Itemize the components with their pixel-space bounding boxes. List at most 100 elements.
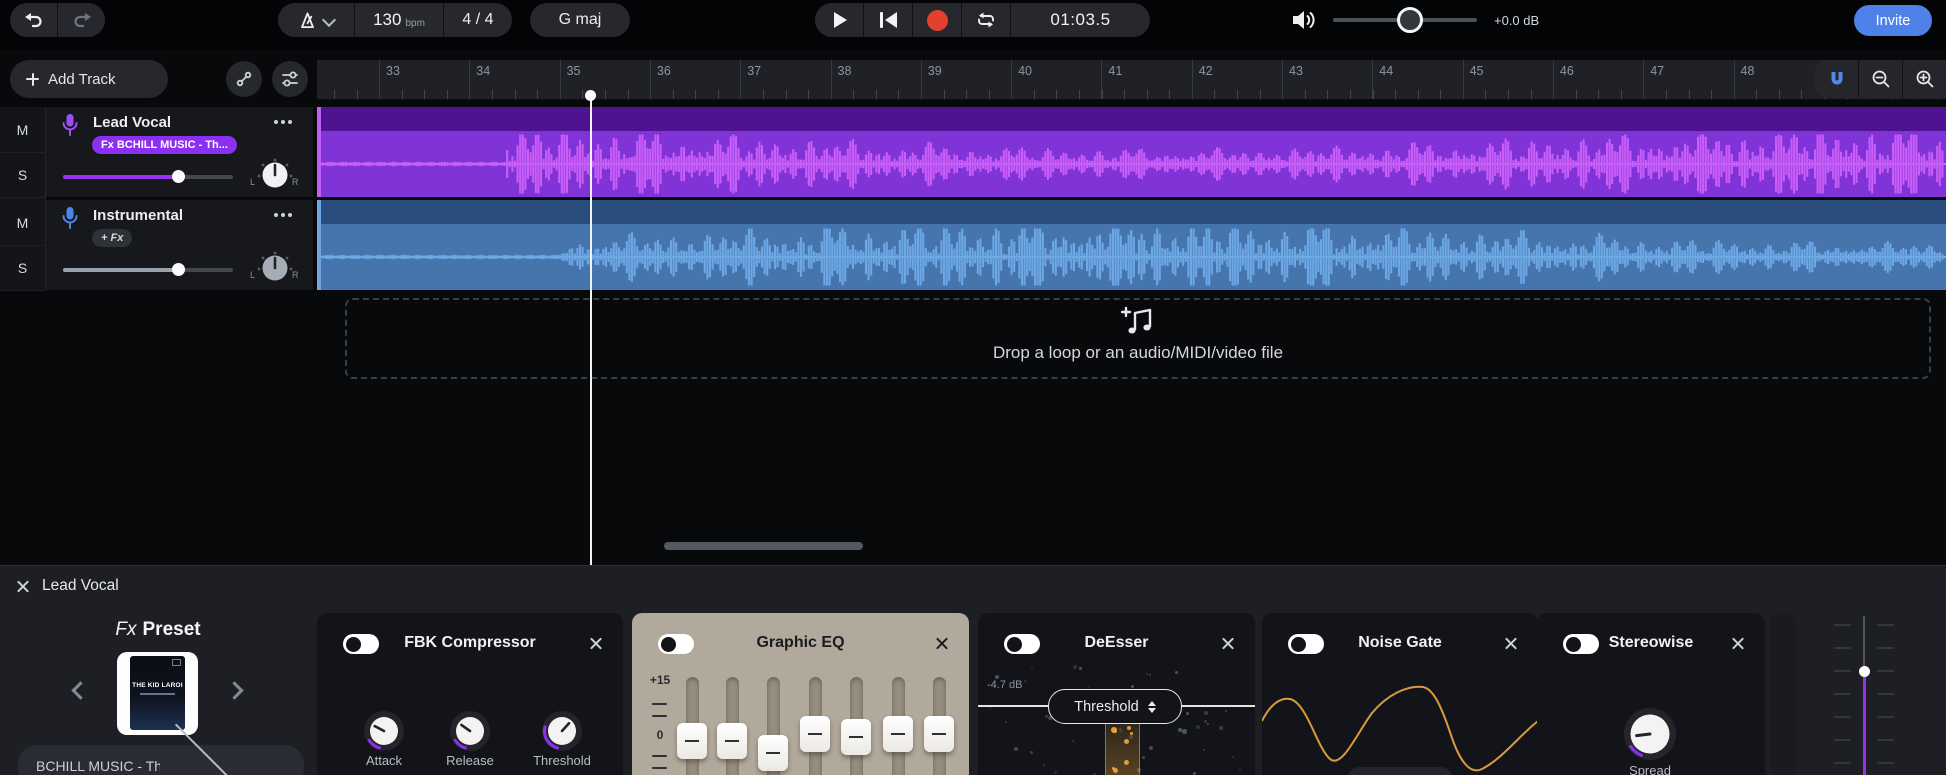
pan-knob[interactable] [253, 154, 297, 192]
track-volume-slider[interactable] [63, 175, 233, 179]
invite-button[interactable]: Invite [1854, 5, 1932, 36]
spread-knob[interactable] [1622, 706, 1678, 762]
preset-next-button[interactable] [225, 681, 243, 699]
region-header[interactable] [317, 200, 1946, 224]
release-label: Release [425, 753, 515, 768]
slider-handle[interactable] [172, 263, 185, 276]
eq-scale-tick [652, 767, 667, 769]
snap-button[interactable] [1815, 60, 1858, 98]
gate-threshold-button[interactable] [1348, 767, 1452, 775]
remove-stereo-button[interactable] [1730, 636, 1745, 651]
preset-artwork-subtitle-line [140, 693, 175, 695]
add-track-button[interactable]: Add Track [10, 60, 168, 98]
eq-fader-handle-2[interactable] [717, 723, 747, 759]
slider-handle[interactable] [172, 170, 185, 183]
eq-scale-tick [652, 755, 667, 757]
audio-region-lead-vocal[interactable] [317, 107, 1946, 197]
deesser-threshold-control[interactable]: Threshold [1048, 689, 1182, 724]
fx-card-partial [1770, 613, 1796, 775]
zoom-out-button[interactable] [1859, 60, 1902, 98]
play-button[interactable] [815, 3, 863, 37]
brand-logo [172, 659, 181, 666]
pan-knob[interactable] [253, 247, 297, 285]
plus-icon [26, 73, 39, 86]
audio-region-instrumental[interactable] [317, 200, 1946, 290]
automation-button[interactable] [226, 61, 262, 97]
waveform-instrumental [317, 224, 1946, 290]
add-audio-icon [1121, 306, 1155, 336]
solo-button-track2[interactable]: S [0, 245, 45, 291]
fx-output-fader-handle[interactable] [1859, 666, 1870, 677]
magnet-icon [1827, 69, 1847, 89]
attack-knob[interactable] [362, 709, 406, 753]
preset-selector[interactable]: BCHILL MUSIC - The Kid Laroi ... [18, 745, 304, 775]
zoom-in-button[interactable] [1903, 60, 1946, 98]
timeline-ruler[interactable]: 33343536373839404142434445464748 [317, 60, 1946, 100]
region-left-edge[interactable] [317, 107, 321, 197]
gate-signal-curve [1262, 613, 1538, 775]
master-volume-handle[interactable] [1397, 7, 1423, 33]
remove-compressor-button[interactable] [588, 636, 603, 651]
time-signature[interactable]: 4 / 4 [444, 3, 512, 37]
track-header-instrumental[interactable]: Instrumental + Fx L R [46, 200, 313, 290]
track-name: Instrumental [93, 207, 183, 224]
record-button[interactable] [913, 3, 961, 37]
track-menu-button[interactable] [274, 120, 304, 128]
solo-button-track1[interactable]: S [0, 152, 45, 198]
track-volume-slider[interactable] [63, 268, 233, 272]
undo-button[interactable] [10, 3, 57, 37]
eq-fader-handle-6[interactable] [883, 716, 913, 752]
region-body [317, 224, 1946, 290]
remove-eq-button[interactable] [934, 636, 949, 651]
eq-fader-handle-7[interactable] [924, 716, 954, 752]
mute-button-track2[interactable]: M [0, 200, 45, 246]
speaker-icon[interactable] [1290, 8, 1318, 32]
top-bar: 130 bpm 4 / 4 G maj 01:03.5 +0.0 d [0, 0, 1946, 50]
eq-fader-handle-1[interactable] [677, 723, 707, 759]
close-panel-button[interactable] [15, 579, 30, 594]
master-level-value: +0.0 dB [1494, 13, 1539, 28]
studio-app: 130 bpm 4 / 4 G maj 01:03.5 +0.0 d [0, 0, 1946, 775]
drop-zone[interactable]: Drop a loop or an audio/MIDI/video file [345, 298, 1931, 379]
eq-fader-handle-5[interactable] [841, 719, 871, 755]
threshold-knob[interactable] [540, 709, 584, 753]
compressor-title: FBK Compressor [317, 634, 623, 652]
transport-group: 01:03.5 [815, 3, 1150, 37]
loop-button[interactable] [962, 3, 1010, 37]
pan-left-label: L [250, 270, 255, 280]
horizontal-scrollbar[interactable] [664, 542, 863, 550]
remove-deesser-button[interactable] [1220, 636, 1235, 651]
bpm-unit: bpm [405, 18, 424, 29]
playhead-handle[interactable] [585, 90, 596, 101]
fx-preset-heading-fx: Fx [115, 619, 136, 640]
track-header-lead-vocal[interactable]: Lead Vocal Fx BCHILL MUSIC - Th... L R [46, 107, 313, 197]
stepper-icon[interactable] [1148, 701, 1156, 713]
mute-button-track1[interactable]: M [0, 107, 45, 153]
record-icon [927, 10, 948, 31]
zoom-controls [1815, 60, 1946, 98]
drop-zone-content: Drop a loop or an audio/MIDI/video file [347, 306, 1929, 363]
region-left-edge[interactable] [317, 200, 321, 290]
fx-card-compressor: FBK Compressor Attack Release [317, 613, 623, 775]
eq-fader-handle-3[interactable] [758, 735, 788, 771]
track-fx-badge[interactable]: Fx BCHILL MUSIC - Th... [92, 136, 237, 154]
slider-fill [63, 268, 178, 272]
preset-previous-button[interactable] [71, 681, 89, 699]
fx-card-noise-gate: Noise Gate [1262, 613, 1538, 775]
region-header[interactable] [317, 107, 1946, 131]
mixer-button[interactable] [272, 61, 308, 97]
rewind-button[interactable] [864, 3, 912, 37]
fx-card-deesser: DeEsser -4.7 dB Threshold [978, 613, 1255, 775]
fx-preset-heading-rest: Preset [143, 619, 201, 640]
tempo-group: 130 bpm 4 / 4 [278, 3, 512, 37]
redo-button[interactable] [58, 3, 105, 37]
bpm-display[interactable]: 130 bpm [355, 3, 443, 37]
release-knob[interactable] [448, 709, 492, 753]
track-menu-button[interactable] [274, 213, 304, 221]
eq-fader-handle-4[interactable] [800, 716, 830, 752]
add-fx-badge[interactable]: + Fx [92, 229, 132, 247]
eq-title: Graphic EQ [632, 634, 969, 652]
key-selector[interactable]: G maj [530, 3, 630, 37]
metronome-button[interactable] [278, 3, 354, 37]
microphone-icon [60, 113, 80, 139]
